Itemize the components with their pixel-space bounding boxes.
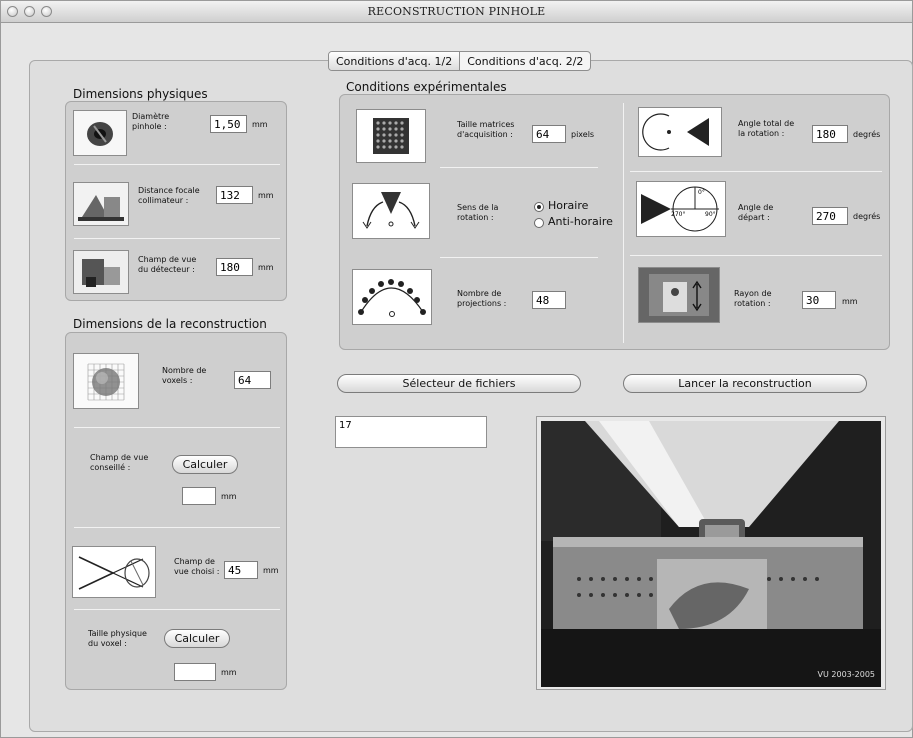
total-angle-label: Angle total de la rotation : (738, 119, 795, 138)
matrix-size-field[interactable]: 64 (532, 125, 566, 143)
matrix-grid-icon (356, 109, 426, 163)
divider (74, 609, 280, 610)
calculate-advised-fov-button[interactable]: Calculer (172, 455, 238, 474)
divider (74, 427, 280, 428)
chosen-fov-label: Champ de vue choisi : (174, 557, 220, 576)
start-angle-icon: 0° 270° 90° (636, 181, 726, 237)
voxel-grid-icon (73, 353, 139, 409)
voxel-count-label: Nombre de voxels : (162, 366, 207, 385)
pinhole-diameter-unit: mm (252, 120, 268, 129)
chosen-fov-unit: mm (263, 566, 279, 575)
output-text-area[interactable]: 17 (335, 416, 487, 448)
collimator-icon (73, 182, 129, 226)
detector-fov-label: Champ de vue du détecteur : (138, 255, 197, 274)
pinhole-icon (73, 110, 127, 156)
start-angle-label: Angle de départ : (738, 203, 774, 222)
chosen-fov-field[interactable]: 45 (224, 561, 258, 579)
main-window: RECONSTRUCTION PINHOLE Conditions d'acq.… (0, 0, 913, 738)
projections-label: Nombre de projections : (457, 289, 507, 308)
counterclockwise-radio[interactable] (534, 218, 544, 228)
total-angle-field[interactable]: 180 (812, 125, 848, 143)
device-photo (541, 421, 881, 687)
file-selector-button[interactable]: Sélecteur de fichiers (337, 374, 581, 393)
voxel-size-label: Taille physique du voxel : (88, 629, 147, 648)
rotation-radius-unit: mm (842, 297, 858, 306)
rotation-radius-field[interactable]: 30 (802, 291, 836, 309)
voxel-count-field[interactable]: 64 (234, 371, 271, 389)
clockwise-label: Horaire (548, 199, 589, 212)
detector-icon (73, 250, 129, 294)
rotation-direction-label: Sens de la rotation : (457, 203, 499, 222)
divider (630, 171, 882, 172)
start-angle-unit: degrés (853, 212, 881, 221)
title-bar: RECONSTRUCTION PINHOLE (1, 1, 912, 23)
diagram-label-0: 0° (698, 189, 705, 196)
photo-caption: VU 2003-2005 (817, 670, 875, 679)
divider (440, 257, 598, 258)
divider (440, 167, 598, 168)
tab-acquisition-1[interactable]: Conditions d'acq. 1/2 (329, 52, 461, 70)
rotation-direction-icon (352, 183, 430, 239)
clockwise-radio[interactable] (534, 202, 544, 212)
counterclockwise-label: Anti-horaire (548, 215, 613, 228)
advised-fov-unit: mm (221, 492, 237, 501)
focal-distance-unit: mm (258, 191, 274, 200)
total-angle-icon (638, 107, 722, 157)
total-angle-unit: degrés (853, 130, 881, 139)
projections-icon (352, 269, 432, 325)
tab-bar: Conditions d'acq. 1/2 Conditions d'acq. … (328, 51, 592, 71)
focal-distance-field[interactable]: 132 (216, 186, 253, 204)
advised-fov-field[interactable] (182, 487, 216, 505)
reconstruction-dimensions-title: Dimensions de la reconstruction (73, 317, 267, 331)
matrix-size-label: Taille matrices d'acquisition : (457, 120, 515, 139)
pinhole-diameter-field[interactable]: 1,50 (210, 115, 247, 133)
rotation-radius-icon (638, 267, 720, 323)
start-angle-field[interactable]: 270 (812, 207, 848, 225)
projections-field[interactable]: 48 (532, 291, 566, 309)
advised-fov-label: Champ de vue conseillé : (90, 453, 149, 472)
divider (630, 255, 882, 256)
pinhole-diameter-label: Diamètre pinhole : (132, 112, 170, 131)
experimental-conditions-title: Conditions expérimentales (346, 80, 507, 94)
launch-reconstruction-button[interactable]: Lancer la reconstruction (623, 374, 867, 393)
divider (74, 527, 280, 528)
focal-distance-label: Distance focale collimateur : (138, 186, 200, 205)
matrix-size-unit: pixels (571, 130, 595, 139)
column-divider (623, 103, 624, 343)
divider (74, 238, 280, 239)
photo-frame: VU 2003-2005 (536, 416, 886, 690)
reconstruction-dimensions-panel: Nombre de voxels : 64 Champ de vue conse… (65, 332, 287, 690)
divider (74, 164, 280, 165)
window-title: RECONSTRUCTION PINHOLE (367, 5, 546, 18)
rotation-radius-label: Rayon de rotation : (734, 289, 772, 308)
calculate-voxel-size-button[interactable]: Calculer (164, 629, 230, 648)
detector-fov-field[interactable]: 180 (216, 258, 253, 276)
diagram-label-90: 90° (705, 211, 716, 218)
physical-dimensions-panel: Diamètre pinhole : 1,50 mm Distance foca… (65, 101, 287, 301)
voxel-size-unit: mm (221, 668, 237, 677)
chosen-fov-icon (72, 546, 156, 598)
experimental-conditions-panel: Taille matrices d'acquisition : 64 pixel… (339, 94, 890, 350)
diagram-label-270: 270° (671, 211, 685, 218)
physical-dimensions-title: Dimensions physiques (73, 87, 208, 101)
tab-acquisition-2[interactable]: Conditions d'acq. 2/2 (460, 52, 590, 70)
voxel-size-field[interactable] (174, 663, 216, 681)
detector-fov-unit: mm (258, 263, 274, 272)
